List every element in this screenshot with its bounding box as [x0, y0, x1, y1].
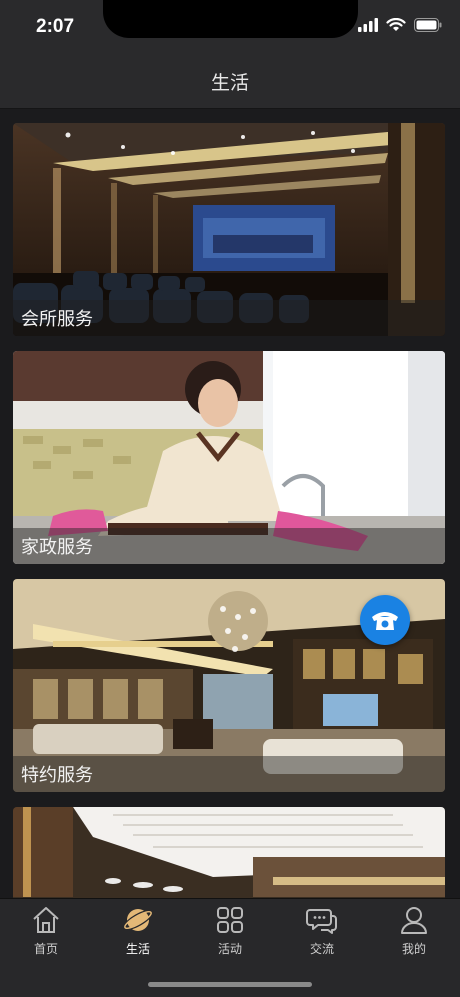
- service-card-label: 家政服务: [21, 537, 93, 558]
- interior-hall-image: [13, 807, 445, 898]
- tab-life[interactable]: 生活: [92, 903, 184, 963]
- service-card-label: 会所服务: [21, 309, 93, 330]
- page-title: 生活: [210, 72, 249, 94]
- tab-label: 交流: [309, 942, 334, 956]
- tab-communication[interactable]: 交流: [276, 903, 368, 963]
- service-card-clubhouse[interactable]: 会所服务: [13, 123, 445, 336]
- home-indicator[interactable]: [148, 982, 312, 987]
- planet-icon: [122, 909, 154, 931]
- service-card-housekeeping[interactable]: 家政服务: [13, 351, 445, 564]
- tab-label: 生活: [125, 942, 150, 956]
- tab-label: 首页: [33, 942, 58, 956]
- telephone-icon: [372, 612, 398, 630]
- device-notch: [103, 0, 358, 38]
- tab-label: 我的: [401, 942, 426, 956]
- tab-label: 活动: [217, 942, 242, 956]
- person-icon: [401, 907, 427, 934]
- signal-icon: [358, 18, 378, 32]
- battery-icon: [414, 18, 442, 32]
- wifi-icon: [386, 18, 406, 31]
- nav-bar: 生活: [0, 56, 460, 109]
- tab-mine[interactable]: 我的: [368, 903, 460, 963]
- tab-activities[interactable]: 活动: [184, 903, 276, 963]
- status-bar: 2:07: [0, 0, 460, 56]
- tab-home[interactable]: 首页: [0, 903, 92, 963]
- status-time: 2:07: [36, 16, 75, 37]
- grid-icon: [217, 907, 243, 933]
- status-icons: [358, 18, 442, 32]
- service-card-fourth[interactable]: [13, 807, 445, 898]
- service-list[interactable]: 会所服务 家政服务 特约服务: [0, 109, 460, 898]
- home-icon: [33, 907, 59, 933]
- chat-icon: [306, 909, 337, 934]
- phone-call-button[interactable]: [360, 595, 410, 645]
- service-card-label: 特约服务: [21, 765, 93, 786]
